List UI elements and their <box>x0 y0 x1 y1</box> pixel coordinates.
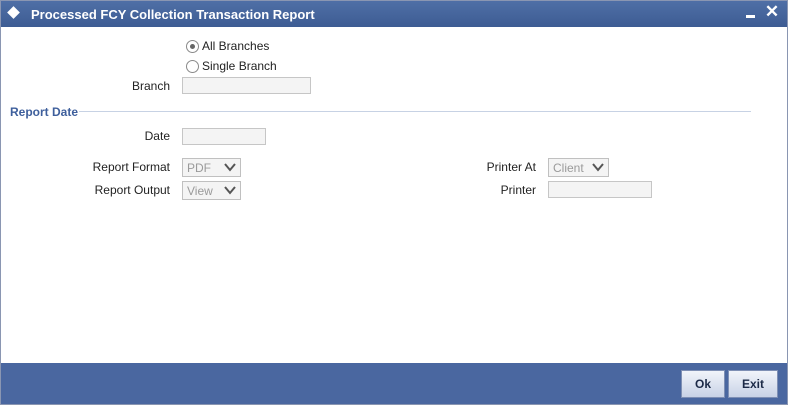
report-date-section-title: Report Date <box>10 105 79 119</box>
close-icon: ✕ <box>764 2 780 21</box>
report-output-label: Report Output <box>94 183 170 197</box>
single-branch-radio[interactable] <box>186 60 199 73</box>
close-button[interactable]: ✕ <box>763 3 781 23</box>
section-divider <box>79 111 751 112</box>
report-window: Processed FCY Collection Transaction Rep… <box>0 0 788 405</box>
printer-at-select[interactable]: Client <box>548 158 609 177</box>
printer-label: Printer <box>500 183 536 197</box>
printer-at-value: Client <box>553 161 584 175</box>
minimize-icon <box>746 15 755 18</box>
branch-input[interactable] <box>182 77 311 94</box>
window-diamond-icon <box>7 6 20 19</box>
report-output-select[interactable]: View <box>182 181 241 200</box>
chevron-down-icon <box>224 186 236 195</box>
date-input[interactable] <box>182 128 266 145</box>
ok-button[interactable]: Ok <box>681 370 725 398</box>
minimize-button[interactable] <box>743 3 759 23</box>
chevron-down-icon <box>592 163 604 172</box>
report-format-select[interactable]: PDF <box>182 158 241 177</box>
chevron-down-icon <box>224 163 236 172</box>
report-format-label: Report Format <box>92 160 170 174</box>
window-title: Processed FCY Collection Transaction Rep… <box>31 7 315 22</box>
printer-at-label: Printer At <box>486 160 536 174</box>
report-output-value: View <box>187 184 213 198</box>
all-branches-radio[interactable] <box>186 40 199 53</box>
report-format-value: PDF <box>187 161 211 175</box>
footer-bar: Ok Exit <box>1 363 787 404</box>
single-branch-label: Single Branch <box>202 59 277 73</box>
title-bar: Processed FCY Collection Transaction Rep… <box>1 1 787 27</box>
date-label: Date <box>144 129 170 143</box>
branch-label: Branch <box>131 79 170 93</box>
printer-input[interactable] <box>548 181 652 198</box>
exit-button[interactable]: Exit <box>728 370 778 398</box>
all-branches-label: All Branches <box>202 39 270 53</box>
